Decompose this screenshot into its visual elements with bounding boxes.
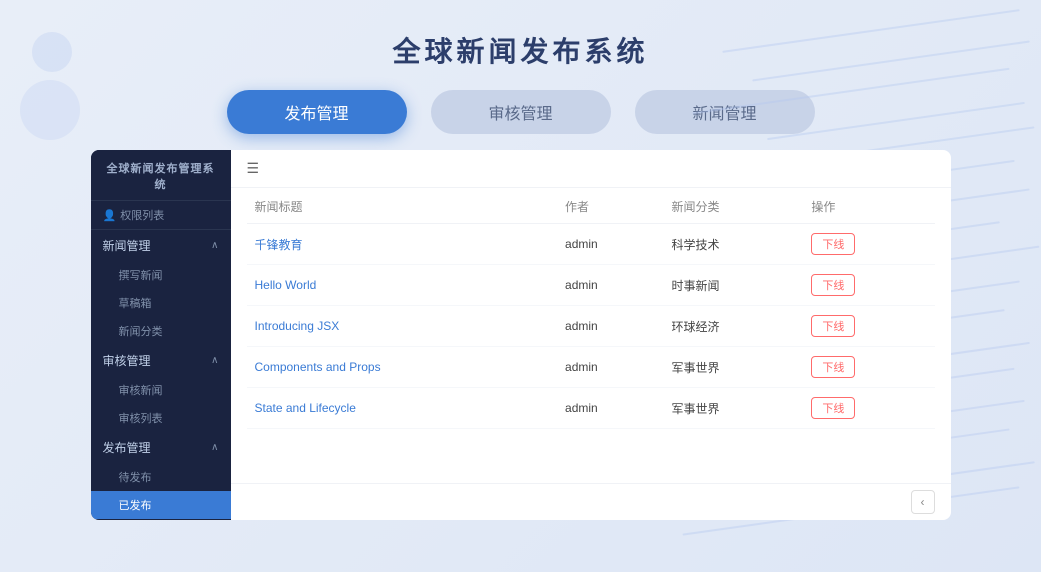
sidebar-user-label: 权限列表 — [120, 207, 164, 223]
table-row: Introducing JSXadmin环球经济下线 — [247, 306, 935, 347]
sidebar-item-write-news[interactable]: 撰写新闻 — [91, 261, 231, 289]
cell-title[interactable]: 千锋教育 — [247, 224, 558, 265]
chevron-up-icon: ∧ — [211, 240, 218, 251]
table-row: Components and Propsadmin军事世界下线 — [247, 347, 935, 388]
sidebar-section-news-header[interactable]: 新闻管理 ∧ — [91, 230, 231, 261]
chevron-up-icon-2: ∧ — [211, 355, 218, 366]
cell-title[interactable]: State and Lifecycle — [247, 388, 558, 429]
sidebar-item-offline[interactable]: 已下线 — [91, 519, 231, 520]
cell-action: 下线 — [803, 347, 934, 388]
main-area: 全球新闻发布管理系统 👤 权限列表 新闻管理 ∧ 撰写新闻 草稿箱 新闻分类 审… — [91, 150, 951, 520]
sidebar-section-publish-label: 发布管理 — [103, 439, 151, 456]
cell-author: admin — [557, 388, 663, 429]
tab-review[interactable]: 审核管理 — [431, 90, 611, 134]
tab-publish[interactable]: 发布管理 — [227, 90, 407, 134]
offline-button[interactable]: 下线 — [811, 397, 855, 419]
sidebar-section-review: 审核管理 ∧ 审核新闻 审核列表 — [91, 345, 231, 432]
sidebar: 全球新闻发布管理系统 👤 权限列表 新闻管理 ∧ 撰写新闻 草稿箱 新闻分类 审… — [91, 150, 231, 520]
col-category: 新闻分类 — [663, 188, 803, 224]
sidebar-section-news-label: 新闻管理 — [103, 237, 151, 254]
sidebar-section-review-header[interactable]: 审核管理 ∧ — [91, 345, 231, 376]
sidebar-section-news: 新闻管理 ∧ 撰写新闻 草稿箱 新闻分类 — [91, 230, 231, 345]
page-title: 全球新闻发布系统 — [392, 30, 648, 70]
offline-button[interactable]: 下线 — [811, 356, 855, 378]
offline-button[interactable]: 下线 — [811, 274, 855, 296]
col-title: 新闻标题 — [247, 188, 558, 224]
tab-news[interactable]: 新闻管理 — [635, 90, 815, 134]
offline-button[interactable]: 下线 — [811, 315, 855, 337]
table-wrapper: 新闻标题 作者 新闻分类 操作 千锋教育admin科学技术下线Hello Wor… — [231, 188, 951, 483]
user-icon: 👤 — [103, 209, 117, 222]
decorative-circle-1 — [32, 32, 72, 72]
content-header: ☰ — [231, 150, 951, 188]
sidebar-section-review-label: 审核管理 — [103, 352, 151, 369]
cell-category: 军事世界 — [663, 388, 803, 429]
cell-action: 下线 — [803, 265, 934, 306]
content-panel: ☰ 新闻标题 作者 新闻分类 操作 千锋教育admin科学技术下线Hello W… — [231, 150, 951, 520]
cell-author: admin — [557, 224, 663, 265]
pagination-prev[interactable]: ‹ — [911, 490, 935, 514]
cell-action: 下线 — [803, 388, 934, 429]
cell-title[interactable]: Hello World — [247, 265, 558, 306]
page-wrapper: 全球新闻发布系统 发布管理 审核管理 新闻管理 全球新闻发布管理系统 👤 权限列… — [0, 0, 1041, 572]
sidebar-item-news-category[interactable]: 新闻分类 — [91, 317, 231, 345]
tabs-row: 发布管理 审核管理 新闻管理 — [227, 90, 815, 134]
table-row: State and Lifecycleadmin军事世界下线 — [247, 388, 935, 429]
sidebar-item-review-news[interactable]: 审核新闻 — [91, 376, 231, 404]
cell-category: 军事世界 — [663, 347, 803, 388]
news-table: 新闻标题 作者 新闻分类 操作 千锋教育admin科学技术下线Hello Wor… — [247, 188, 935, 429]
cell-author: admin — [557, 347, 663, 388]
cell-author: admin — [557, 306, 663, 347]
decorative-circle-2 — [20, 80, 80, 140]
table-footer: ‹ — [231, 483, 951, 520]
cell-action: 下线 — [803, 224, 934, 265]
cell-author: admin — [557, 265, 663, 306]
sidebar-item-draft-box[interactable]: 草稿箱 — [91, 289, 231, 317]
table-row: Hello Worldadmin时事新闻下线 — [247, 265, 935, 306]
sidebar-item-pending[interactable]: 待发布 — [91, 463, 231, 491]
sidebar-section-publish-header[interactable]: 发布管理 ∧ — [91, 432, 231, 463]
col-author: 作者 — [557, 188, 663, 224]
cell-title[interactable]: Introducing JSX — [247, 306, 558, 347]
menu-icon[interactable]: ☰ — [247, 160, 260, 177]
cell-title[interactable]: Components and Props — [247, 347, 558, 388]
sidebar-user: 👤 权限列表 — [91, 201, 231, 230]
cell-category: 时事新闻 — [663, 265, 803, 306]
cell-action: 下线 — [803, 306, 934, 347]
cell-category: 科学技术 — [663, 224, 803, 265]
col-action: 操作 — [803, 188, 934, 224]
sidebar-item-published[interactable]: 已发布 — [91, 491, 231, 519]
sidebar-item-review-list[interactable]: 审核列表 — [91, 404, 231, 432]
table-header-row: 新闻标题 作者 新闻分类 操作 — [247, 188, 935, 224]
chevron-up-icon-3: ∧ — [211, 442, 218, 453]
offline-button[interactable]: 下线 — [811, 233, 855, 255]
sidebar-section-publish: 发布管理 ∧ 待发布 已发布 已下线 — [91, 432, 231, 520]
table-row: 千锋教育admin科学技术下线 — [247, 224, 935, 265]
cell-category: 环球经济 — [663, 306, 803, 347]
sidebar-title: 全球新闻发布管理系统 — [91, 150, 231, 201]
